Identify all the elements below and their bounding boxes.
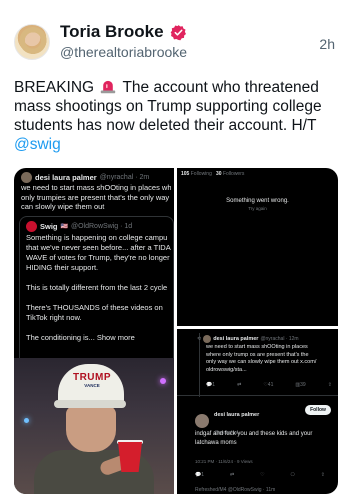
video-still-photo: TRUMP VANCE (14, 358, 174, 494)
embedded-line: HIDING their support. (26, 263, 99, 272)
embedded-quote-text: Something is happening on college campu … (26, 233, 174, 353)
cap-brim (54, 400, 126, 408)
show-more-link[interactable]: Show more (97, 333, 135, 342)
quoted-author-handle: @nyrachal · 2m (99, 174, 150, 181)
person-face (66, 406, 116, 452)
avatar (203, 335, 212, 343)
reply-text: indgaf and fuck you and these kids and y… (195, 430, 335, 447)
quoted-line: can slowly wipe them out (21, 202, 105, 211)
screenshot-action-bar: 💬1 ⇄ ♡41 ▥39 ⇪ (206, 382, 332, 388)
quoted-line: we need to start mass shOOting in places… (21, 183, 171, 192)
quoted-post-text: we need to start mass shOOting in places… (21, 183, 171, 212)
follow-button: Follow (305, 405, 331, 415)
repost-icon: ⟲ (197, 336, 202, 342)
party-light (160, 378, 166, 384)
share-icon: ⇪ (327, 382, 332, 388)
embedded-paragraph: There's THOUSANDS of these videos on Tik… (26, 303, 174, 323)
media-image-bottom-right[interactable]: ⟲ desi laura palmer @nyrachal · 12m we n… (177, 329, 338, 494)
views-icon: ▥39 (295, 382, 306, 388)
mention-link[interactable]: @swig (14, 136, 61, 153)
author-name-row: Toria Brooke (60, 22, 187, 42)
avatar[interactable] (14, 24, 50, 60)
media-grid[interactable]: desi laura palmer @nyrachal · 2m we need… (14, 168, 338, 494)
embedded-paragraph: Something is happening on college campu … (26, 233, 174, 273)
screenshot-post-text: we need to start mass shOOting in places… (206, 344, 334, 374)
embedded-quote-header: Swig 🇺🇸 @OldRowSwig · 1d (26, 221, 132, 232)
screenshot-line: where only trump os are present that's t… (206, 351, 309, 358)
media-image-left[interactable]: desi laura palmer @nyrachal · 2m we need… (14, 168, 174, 494)
screenshot-line: oldrowswig/sta... (206, 366, 247, 373)
repost-icon: ⇄ (229, 472, 235, 478)
embedded-line: Something is happening on college campu (26, 233, 168, 242)
screenshot-author-handle: @nyrachal · 12m (260, 336, 299, 342)
embedded-author-name: Swig (40, 222, 58, 231)
reply-icon: 💬1 (195, 472, 205, 478)
reply-line: indgaf and fuck you and these kids and y… (195, 431, 313, 437)
embedded-line: TikTok right now. (26, 313, 82, 322)
screenshot-author-name: desi laura palmer (213, 336, 259, 342)
siren-icon (101, 80, 116, 94)
cap-subtext: VANCE (84, 383, 100, 388)
reply-action-bar: 💬1 ⇄ ♡ ⎔ ⇪ (195, 472, 325, 478)
repost-icon: ⇄ (237, 382, 242, 388)
quoted-author-name: desi laura palmer (35, 173, 97, 182)
retry-text: Try again (248, 206, 267, 211)
embedded-line: The conditioning is... (26, 333, 97, 342)
reply-icon: 💬1 (206, 382, 216, 388)
embedded-paragraph: This is totally different from the last … (26, 283, 174, 293)
media-image-top-right[interactable]: 105 Following 30 Followers Something wen… (177, 168, 338, 326)
avatar (21, 172, 32, 183)
avatar (26, 221, 37, 232)
reply-line: latchawa moms (195, 439, 237, 446)
avatar (195, 414, 209, 428)
following-count: 105 (181, 171, 190, 177)
screenshot-post-header: ⟲ desi laura palmer @nyrachal · 12m (197, 335, 299, 343)
screenshot-line: only way we can slowly wipe them out x.c… (206, 359, 317, 365)
embedded-paragraph: The conditioning is... Show more (26, 333, 174, 343)
follow-stats: 105 Following 30 Followers (181, 171, 244, 177)
reply-author-name: desi laura palmer (214, 412, 260, 418)
embedded-line: that we've never seen before... after a … (26, 243, 171, 252)
post-header: Toria Brooke @therealtoriabrooke 2h (0, 0, 350, 70)
author-display-name[interactable]: Toria Brooke (60, 22, 164, 42)
screenshot-line: we need to start mass shOOting in places (206, 344, 308, 350)
post-timestamp[interactable]: 2h (319, 36, 335, 52)
cap-text: TRUMP (72, 372, 112, 383)
post-text-breaking: BREAKING (14, 79, 95, 96)
embedded-line: There's THOUSANDS of these videos on (26, 303, 163, 312)
author-handle[interactable]: @therealtoriabrooke (60, 44, 187, 60)
error-message: Something went wrong. (226, 198, 289, 204)
embedded-line: This is totally different from the last … (26, 283, 168, 292)
post-text: BREAKING The account who threatened mass… (14, 78, 340, 154)
followers-label: Followers (222, 171, 245, 177)
like-icon: ♡ (260, 472, 265, 478)
like-icon: ♡41 (263, 382, 274, 388)
red-cup (118, 442, 142, 472)
verified-badge-icon (170, 24, 186, 40)
divider (177, 395, 338, 396)
share-icon: ⇪ (320, 472, 325, 478)
party-light (24, 418, 29, 423)
followers-count: 30 (216, 171, 222, 177)
following-label: Following (190, 171, 212, 177)
next-post-header: Refreshed/M4 @OldRowSwig · 11m (195, 487, 276, 493)
flag-icons: 🇺🇸 (60, 224, 68, 230)
quoted-line: only trumpies are present that's the onl… (21, 192, 170, 202)
embedded-author-handle: @OldRowSwig · 1d (71, 223, 133, 230)
reply-meta: 10:21 PM · 11/6/24 · 9 Views (195, 459, 253, 464)
quoted-post-header: desi laura palmer @nyrachal · 2m (21, 172, 149, 183)
embedded-line: WAVE of votes for Trump, they're no long… (26, 253, 170, 262)
bookmark-icon: ⎔ (290, 472, 295, 478)
